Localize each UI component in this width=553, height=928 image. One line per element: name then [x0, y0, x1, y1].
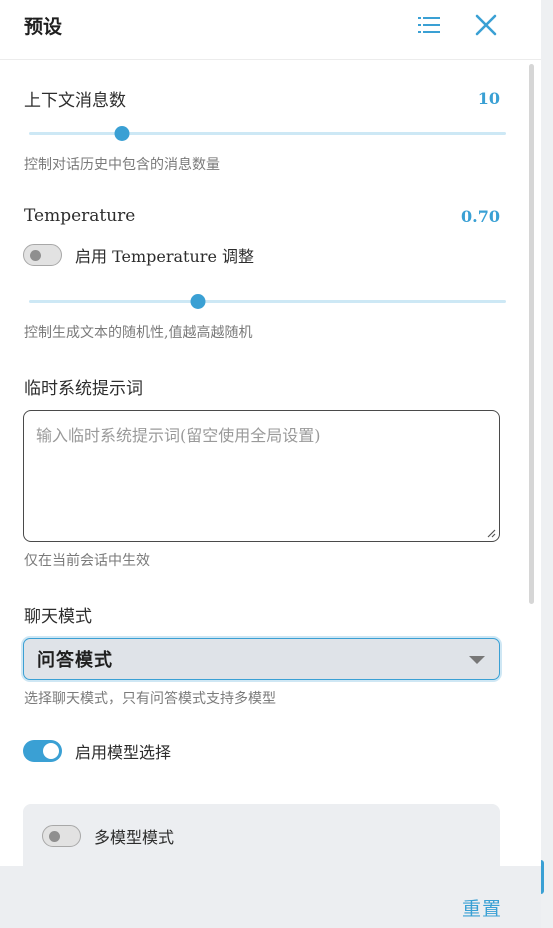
context-count-value: 10 [477, 89, 500, 108]
context-count-slider[interactable] [29, 124, 506, 144]
slider-thumb[interactable] [190, 294, 206, 309]
system-prompt-hint: 仅在当前会话中生效 [24, 553, 150, 569]
toggle-knob [30, 250, 41, 261]
close-icon [475, 14, 497, 36]
slider-thumb[interactable] [114, 126, 130, 141]
chat-mode-row: 聊天模式 [24, 602, 500, 627]
background-edge [541, 0, 553, 928]
slider-track [29, 300, 506, 303]
context-count-label: 上下文消息数 [24, 91, 126, 111]
context-count-row: 上下文消息数 10 [24, 86, 500, 111]
system-prompt-label: 临时系统提示词 [24, 379, 143, 399]
temperature-toggle-label: 启用 Temperature 调整 [75, 247, 254, 266]
multi-model-toggle-label: 多模型模式 [94, 828, 175, 847]
chevron-down-icon [469, 656, 485, 664]
panel-footer: 重置 [0, 866, 541, 928]
preset-panel: 预设 上下文消息数 10 控制对话历史中包含的消息数量 Temperature … [0, 0, 541, 928]
temperature-toggle-row[interactable]: 启用 Temperature 调整 [23, 243, 254, 267]
system-prompt-textarea[interactable]: 输入临时系统提示词(留空使用全局设置) [23, 410, 500, 542]
reset-button[interactable]: 重置 [462, 894, 502, 921]
temperature-value: 0.70 [461, 206, 500, 226]
close-button[interactable] [473, 12, 499, 38]
scrollbar[interactable] [529, 64, 534, 604]
temperature-label: Temperature [24, 206, 136, 226]
context-count-hint: 控制对话历史中包含的消息数量 [24, 157, 220, 173]
multi-model-toggle-row[interactable]: 多模型模式 [42, 824, 174, 848]
toggle-knob [49, 831, 60, 842]
multi-model-toggle[interactable] [42, 825, 81, 847]
panel-header: 预设 [0, 0, 541, 60]
resize-grip-icon[interactable] [486, 528, 496, 538]
system-prompt-row: 临时系统提示词 [24, 374, 500, 399]
temperature-slider[interactable] [29, 292, 506, 312]
edge-accent [541, 860, 544, 894]
chat-mode-hint: 选择聊天模式，只有问答模式支持多模型 [24, 691, 276, 707]
panel-title: 预设 [24, 16, 63, 38]
model-select-toggle-label: 启用模型选择 [75, 743, 172, 762]
temperature-hint: 控制生成文本的随机性,值越高越随机 [24, 325, 253, 341]
model-select-toggle[interactable] [23, 740, 62, 762]
temperature-toggle[interactable] [23, 244, 62, 266]
system-prompt-placeholder: 输入临时系统提示词(留空使用全局设置) [36, 426, 321, 445]
chat-mode-select[interactable]: 问答模式 [23, 638, 500, 680]
chat-mode-label: 聊天模式 [24, 607, 92, 627]
temperature-row: Temperature 0.70 [24, 206, 500, 226]
list-menu-button[interactable] [416, 12, 442, 38]
list-icon [418, 17, 440, 33]
toggle-knob [43, 743, 59, 759]
chat-mode-selected-value: 问答模式 [37, 650, 113, 671]
model-select-toggle-row[interactable]: 启用模型选择 [23, 739, 171, 763]
slider-track [29, 132, 506, 135]
